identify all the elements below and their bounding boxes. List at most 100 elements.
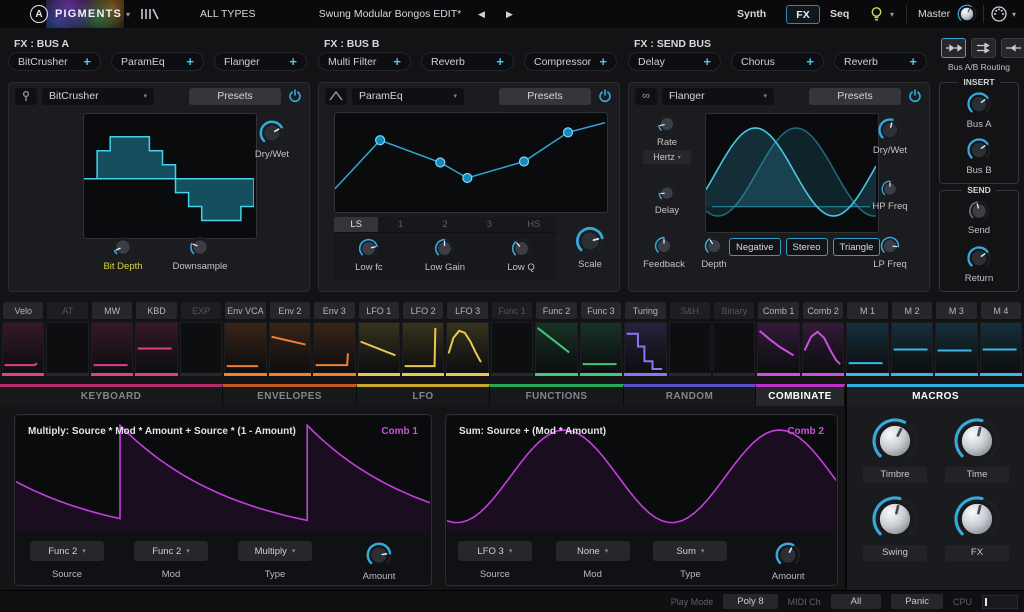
mod-slot-label[interactable]: Env 2: [270, 302, 310, 319]
add-fx-icon[interactable]: +: [496, 55, 504, 68]
comb-display[interactable]: Sum: Source + (Mod * Amount) Comb 2: [447, 416, 836, 532]
downsample-knob[interactable]: [163, 233, 237, 261]
tutorial-bulb-icon[interactable]: [870, 6, 883, 27]
eq-band-tab[interactable]: 2: [423, 217, 467, 232]
power-button[interactable]: [596, 88, 613, 105]
mod-slot-label[interactable]: Func 3: [581, 302, 621, 319]
delay-knob[interactable]: [641, 181, 693, 205]
presets-button[interactable]: Presets: [189, 88, 281, 105]
device-select[interactable]: BitCrusher▾: [42, 88, 154, 105]
fx-slot[interactable]: Reverb+: [421, 52, 514, 71]
mod-slot-thumbnail[interactable]: [624, 322, 666, 372]
play-mode-select[interactable]: Poly 8: [723, 594, 777, 609]
comb-mod-select[interactable]: Func 2▾: [134, 541, 208, 561]
comb-source-select[interactable]: Func 2▾: [30, 541, 104, 561]
add-fx-icon[interactable]: +: [83, 55, 91, 68]
macro-knob[interactable]: [939, 417, 1015, 465]
tab-functions[interactable]: FUNCTIONS: [490, 384, 624, 406]
app-title[interactable]: PIGMENTS: [55, 8, 122, 20]
device-select[interactable]: ParamEq▾: [352, 88, 464, 105]
mod-slot-label[interactable]: LFO 1: [359, 302, 399, 319]
mod-slot-thumbnail[interactable]: [46, 322, 88, 372]
comb-source-select[interactable]: LFO 3▾: [458, 541, 532, 561]
mod-slot-thumbnail[interactable]: [313, 322, 355, 372]
tab-random[interactable]: RANDOM: [624, 384, 756, 406]
macro-knob[interactable]: [939, 495, 1015, 543]
device-select[interactable]: Flanger▾: [662, 88, 774, 105]
tab-envelopes[interactable]: ENVELOPES: [223, 384, 357, 406]
mod-slot-label[interactable]: LFO 2: [403, 302, 443, 319]
comb-type-select[interactable]: Sum▾: [653, 541, 727, 561]
add-fx-icon[interactable]: +: [186, 55, 194, 68]
flanger-toggle-negative[interactable]: Negative: [729, 238, 781, 256]
bitcrusher-display[interactable]: [83, 113, 257, 239]
mod-slot-thumbnail[interactable]: [224, 322, 266, 372]
scale-knob[interactable]: [562, 223, 618, 259]
mod-slot-thumbnail[interactable]: [891, 322, 933, 372]
mod-slot-thumbnail[interactable]: [669, 322, 711, 372]
fx-slot[interactable]: Delay+: [628, 52, 721, 71]
parameq-display[interactable]: [334, 112, 608, 213]
mod-slot-label[interactable]: Binary: [714, 302, 754, 319]
bus-a-level-knob[interactable]: [940, 89, 1018, 119]
mod-slot-label[interactable]: Func 2: [536, 302, 576, 319]
mod-slot-thumbnail[interactable]: [2, 322, 44, 372]
midi-caret-icon[interactable]: ▾: [1012, 10, 1016, 19]
mod-slot-thumbnail[interactable]: [135, 322, 177, 372]
eq-node[interactable]: [376, 136, 385, 145]
fx-slot[interactable]: ParamEq+: [111, 52, 204, 71]
presets-button[interactable]: Presets: [499, 88, 591, 105]
mod-slot-thumbnail[interactable]: [91, 322, 133, 372]
feedback-knob[interactable]: [635, 233, 693, 259]
mod-slot-label[interactable]: KBD: [136, 302, 176, 319]
add-fx-icon[interactable]: +: [909, 55, 917, 68]
comb-display[interactable]: Multiply: Source * Mod * Amount + Source…: [16, 416, 430, 532]
routing-series-button[interactable]: [941, 38, 966, 58]
mod-slot-label[interactable]: M 1: [847, 302, 887, 319]
eq-band-tab[interactable]: 3: [467, 217, 511, 232]
eq-node[interactable]: [463, 174, 472, 183]
mod-slot-thumbnail[interactable]: [446, 322, 488, 372]
mod-slot-thumbnail[interactable]: [757, 322, 799, 372]
tab-synth[interactable]: Synth: [737, 8, 766, 20]
fx-slot[interactable]: Flanger+: [214, 52, 307, 71]
macro-knob[interactable]: [857, 495, 933, 543]
fx-slot[interactable]: Chorus+: [731, 52, 824, 71]
macro-label[interactable]: Time: [945, 467, 1009, 483]
mod-slot-label[interactable]: M 3: [936, 302, 976, 319]
mod-slot-thumbnail[interactable]: [713, 322, 755, 372]
fx-slot[interactable]: Compressor+: [524, 52, 617, 71]
mod-slot-label[interactable]: S&H: [670, 302, 710, 319]
mod-slot-thumbnail[interactable]: [935, 322, 977, 372]
eq-knob[interactable]: [355, 235, 382, 262]
power-button[interactable]: [286, 88, 303, 105]
mod-slot-thumbnail[interactable]: [180, 322, 222, 372]
mod-slot-thumbnail[interactable]: [980, 322, 1022, 372]
macro-label[interactable]: FX: [945, 545, 1009, 561]
panic-button[interactable]: Panic: [891, 594, 943, 609]
routing-split-button[interactable]: [1001, 38, 1024, 58]
mod-slot-label[interactable]: Velo: [3, 302, 43, 319]
next-preset-button[interactable]: ▶: [506, 9, 513, 20]
add-fx-icon[interactable]: +: [393, 55, 401, 68]
mod-slot-thumbnail[interactable]: [402, 322, 444, 372]
add-fx-icon[interactable]: +: [289, 55, 297, 68]
add-fx-icon[interactable]: +: [703, 55, 711, 68]
tab-keyboard[interactable]: KEYBOARD: [0, 384, 223, 406]
fx-slot[interactable]: Reverb+: [834, 52, 927, 71]
midi-icon[interactable]: [990, 5, 1008, 28]
presets-button[interactable]: Presets: [809, 88, 901, 105]
preset-name[interactable]: Swung Modular Bongos EDIT*: [300, 8, 480, 20]
return-level-knob[interactable]: [940, 243, 1018, 273]
rate-knob[interactable]: [641, 111, 693, 137]
comb-amount-knob[interactable]: [363, 539, 395, 571]
mod-slot-label[interactable]: Env 3: [314, 302, 354, 319]
mod-slot-label[interactable]: Env VCA: [225, 302, 265, 319]
macro-label[interactable]: Timbre: [863, 467, 927, 483]
mod-slot-label[interactable]: AT: [47, 302, 87, 319]
eq-band-tab[interactable]: LS: [334, 217, 378, 232]
comb-amount-knob[interactable]: [772, 539, 804, 571]
bus-b-level-knob[interactable]: [940, 135, 1018, 165]
routing-parallel-button[interactable]: [971, 38, 996, 58]
mod-slot-label[interactable]: EXP: [181, 302, 221, 319]
